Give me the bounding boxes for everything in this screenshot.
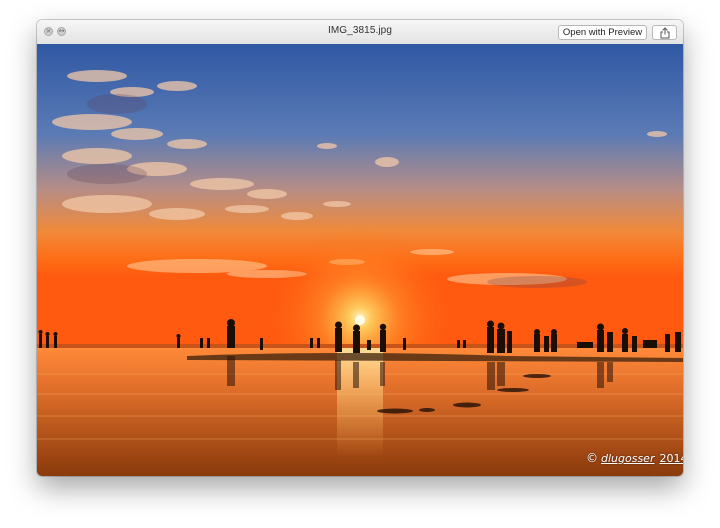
share-button[interactable] — [652, 25, 677, 40]
open-with-preview-button[interactable]: Open with Preview — [558, 25, 647, 40]
quicklook-window: × ↔ IMG_3815.jpg Open with Preview © dlu… — [37, 20, 683, 476]
title-bar: × ↔ IMG_3815.jpg Open with Preview — [37, 20, 683, 45]
watermark-copyright: © — [586, 451, 598, 465]
photo-watermark: ©dlugosser 2014 — [586, 451, 683, 465]
watermark-name: dlugosser — [601, 452, 655, 465]
watermark-year: 2014 — [659, 452, 683, 465]
share-icon — [660, 27, 670, 39]
photo — [37, 44, 683, 476]
